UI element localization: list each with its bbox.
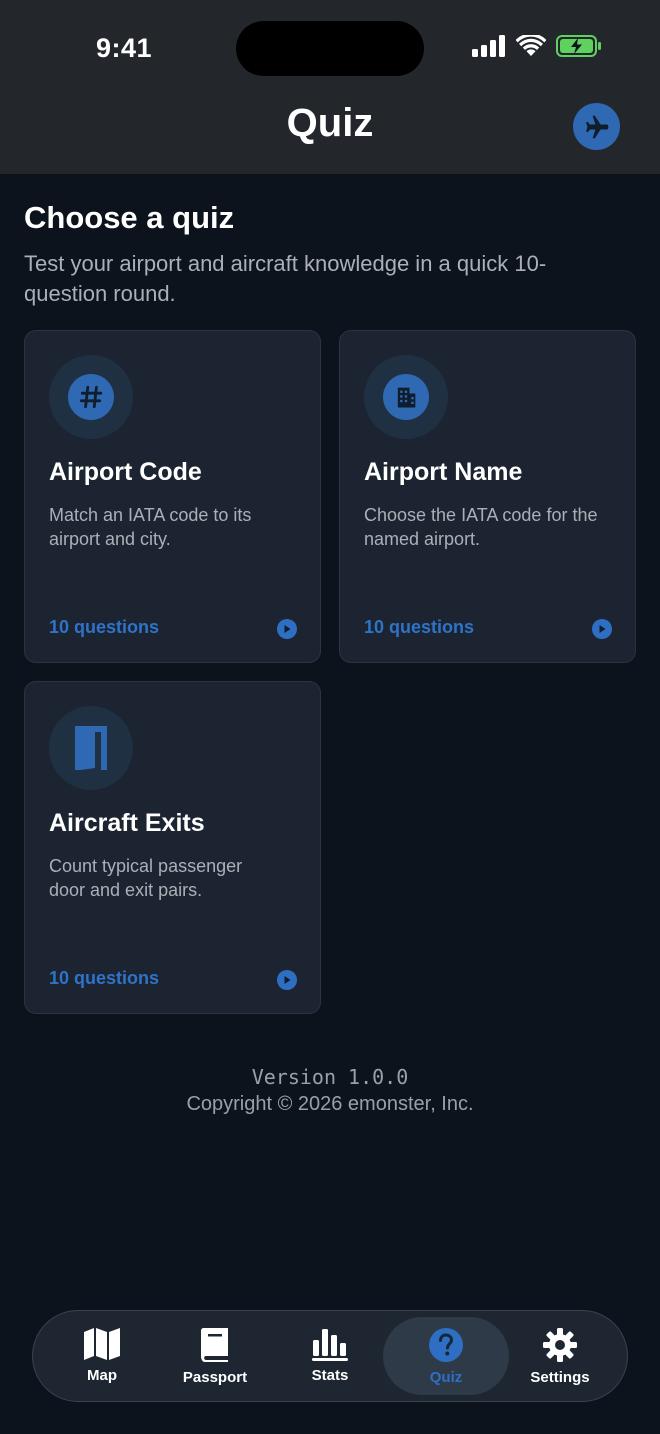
map-icon xyxy=(84,1328,120,1360)
quiz-card-airport-code[interactable]: Airport Code Match an IATA code to its a… xyxy=(24,330,321,663)
question-count: 10 questions xyxy=(49,617,160,637)
tab-label: Map xyxy=(87,1367,117,1384)
card-description: Count typical passenger door and exit pa… xyxy=(49,854,299,902)
wifi-icon xyxy=(516,35,546,56)
tab-label: Stats xyxy=(311,1367,349,1384)
section-title: Choose a quiz xyxy=(24,200,235,235)
subtitle-line: question round. xyxy=(24,281,176,306)
desc-line: Match an IATA code to its xyxy=(49,505,252,525)
quiz-card-airport-name[interactable]: Airport Name Choose the IATA code for th… xyxy=(339,330,636,663)
subtitle-line: Test your airport and aircraft knowledge… xyxy=(24,251,547,276)
play-icon[interactable] xyxy=(277,619,297,639)
tab-passport[interactable]: Passport xyxy=(158,1317,272,1395)
tab-label: Settings xyxy=(530,1369,590,1386)
card-description: Match an IATA code to its airport and ci… xyxy=(49,503,299,551)
cellular-signal-icon xyxy=(472,35,505,57)
question-icon xyxy=(429,1328,463,1362)
card-icon-badge xyxy=(49,355,133,439)
status-icons xyxy=(472,35,602,57)
copyright-text: Copyright © 2026 emonster, Inc. xyxy=(186,1093,474,1115)
chart-icon xyxy=(312,1329,348,1361)
tab-stats[interactable]: Stats xyxy=(273,1317,387,1395)
desc-line: door and exit pairs. xyxy=(49,880,203,900)
desc-line: Count typical passenger xyxy=(49,856,243,876)
page-title: Quiz xyxy=(286,101,374,145)
airplane-icon xyxy=(585,115,608,138)
hash-icon xyxy=(68,374,114,420)
nav-header: 9:41 Quiz xyxy=(0,0,660,174)
battery-icon xyxy=(556,35,601,57)
section-subtitle: Test your airport and aircraft knowledge… xyxy=(24,249,624,309)
question-count: 10 questions xyxy=(49,968,160,988)
play-icon[interactable] xyxy=(592,619,612,639)
card-title: Airport Name xyxy=(364,458,523,486)
book-icon xyxy=(201,1328,228,1362)
desc-line: airport and city. xyxy=(49,529,171,549)
airplane-button[interactable] xyxy=(573,103,620,150)
tab-settings[interactable]: Settings xyxy=(503,1317,617,1395)
door-icon xyxy=(75,726,107,770)
quiz-card-aircraft-exits[interactable]: Aircraft Exits Count typical passenger d… xyxy=(24,681,321,1014)
tab-bar: Map Passport Stats Quiz Settings xyxy=(32,1310,628,1402)
dynamic-island xyxy=(236,21,424,76)
tab-label: Passport xyxy=(182,1369,248,1386)
card-icon-badge xyxy=(49,706,133,790)
card-icon-badge xyxy=(364,355,448,439)
tab-map[interactable]: Map xyxy=(45,1317,159,1395)
card-title: Airport Code xyxy=(49,458,202,486)
building-icon xyxy=(383,374,429,420)
card-title: Aircraft Exits xyxy=(49,809,205,837)
desc-line: Choose the IATA code for the xyxy=(364,505,598,525)
tab-quiz[interactable]: Quiz xyxy=(383,1317,509,1395)
status-time: 9:41 xyxy=(96,33,153,63)
card-description: Choose the IATA code for the named airpo… xyxy=(364,503,614,551)
tab-label: Quiz xyxy=(429,1369,463,1386)
desc-line: named airport. xyxy=(364,529,481,549)
gear-icon xyxy=(543,1328,577,1362)
play-icon[interactable] xyxy=(277,970,297,990)
app-version: Version 1.0.0 xyxy=(251,1065,409,1089)
question-count: 10 questions xyxy=(364,617,475,637)
